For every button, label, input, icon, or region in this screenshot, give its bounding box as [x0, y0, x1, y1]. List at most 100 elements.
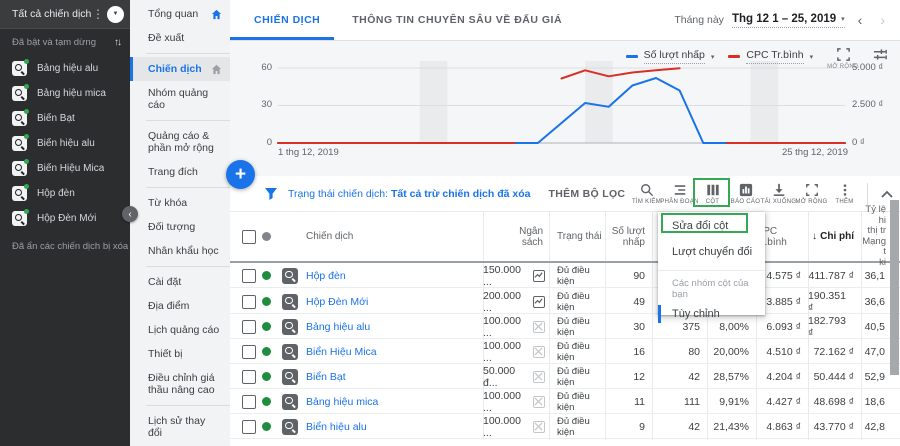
menu-item-overview[interactable]: Tổng quan	[130, 2, 230, 26]
hidden-deleted-campaigns-label[interactable]: Đã ẩn các chiến dịch bị xóa	[0, 231, 130, 262]
vertical-scrollbar-thumb[interactable]	[890, 200, 899, 375]
select-all-checkbox[interactable]	[242, 212, 256, 261]
table-row[interactable]: Biển Hiệu Mica 100.000 ... Đủ điều kiện …	[230, 339, 900, 364]
campaign-link[interactable]: Bảng hiệu alu	[306, 314, 370, 339]
legend-clicks[interactable]: Số lượt nhấp ▾	[626, 45, 715, 64]
budget-cell[interactable]: 100.000 ...	[483, 389, 545, 414]
campaign-list-item[interactable]: Biển Hiệu Mica	[0, 156, 130, 181]
header-budget[interactable]: Ngân sách	[483, 212, 543, 261]
row-checkbox[interactable]	[242, 389, 256, 414]
download-tool[interactable]: TẢI XUỐNG	[762, 183, 795, 205]
menu-item-locations[interactable]: Địa điểm	[130, 294, 230, 318]
partial-next-row	[230, 440, 900, 446]
row-status-dot	[262, 289, 271, 314]
date-range-controls: Tháng này Thg 12 1 – 25, 2019 ▾ ‹ ›	[674, 0, 900, 40]
date-next-button[interactable]: ›	[875, 12, 890, 28]
filter-funnel-icon[interactable]	[264, 187, 278, 201]
row-checkbox[interactable]	[242, 289, 256, 314]
collapse-panel-button[interactable]	[874, 190, 900, 198]
table-row[interactable]: Biển hiệu alu 100.000 ... Đủ điều kiện 9…	[230, 414, 900, 439]
campaign-list-item[interactable]: Biển Bạt	[0, 106, 130, 131]
menu-item-conversions[interactable]: Lượt chuyển đổi	[658, 236, 765, 264]
share-cell: 42,8	[861, 414, 885, 439]
menu-item-campaigns[interactable]: Chiến dịch	[130, 57, 230, 81]
sliders-icon	[873, 47, 888, 62]
table-row[interactable]: Bảng hiệu alu 100.000 ... Đủ điều kiện 3…	[230, 314, 900, 339]
header-status[interactable]: Trạng thái	[557, 212, 602, 261]
budget-cell[interactable]: 200.000 ...	[483, 289, 545, 314]
clicks-cell: 11	[605, 389, 645, 414]
campaign-list-item[interactable]: Hộp đèn	[0, 181, 130, 206]
expand-tool[interactable]: MỞ RỘNG	[795, 183, 828, 205]
campaign-link[interactable]: Hộp Đèn Mới	[306, 289, 368, 314]
collapse-header-button[interactable]: ▼	[107, 6, 124, 23]
enabled-dot-icon	[24, 109, 29, 114]
budget-cell[interactable]: 100.000 ...	[483, 339, 545, 364]
add-filter-button[interactable]: THÊM BỘ LỌC	[549, 188, 626, 200]
date-range-picker[interactable]: Thg 12 1 – 25, 2019 ▾	[732, 13, 845, 28]
campaign-link[interactable]: Hộp đèn	[306, 263, 346, 288]
menu-item-ad-groups[interactable]: Nhóm quảng cáo	[130, 81, 230, 117]
tab-auction-insights[interactable]: THÔNG TIN CHUYÊN SÂU VỀ ĐẤU GIÁ	[334, 0, 580, 40]
row-checkbox[interactable]	[242, 414, 256, 439]
menu-item-landing-pages[interactable]: Trang đích	[130, 160, 230, 184]
share-cell: 36,1	[861, 263, 885, 288]
budget-cell[interactable]: 100.000 ...	[483, 314, 545, 339]
menu-item-settings[interactable]: Cài đặt	[130, 270, 230, 294]
campaign-list-item[interactable]: Biển hiệu alu	[0, 131, 130, 156]
menu-item-ads-extensions[interactable]: Quảng cáo & phần mở rộng	[130, 124, 230, 160]
cpc-cell: 4.863 ₫	[756, 414, 801, 439]
campaign-link[interactable]: Bảng hiệu mica	[306, 389, 378, 414]
reports-tool[interactable]: BÁO CÁO	[729, 183, 762, 205]
campaign-list-item[interactable]: Bảng hiệu alu	[0, 56, 130, 81]
menu-item-recommendations[interactable]: Đề xuất	[130, 26, 230, 50]
segment-tool[interactable]: PHÂN ĐOẠN	[663, 183, 696, 205]
campaign-list-item[interactable]: Hộp Đèn Mới	[0, 206, 130, 231]
tab-campaigns[interactable]: CHIẾN DỊCH	[230, 0, 334, 40]
legend-cpc[interactable]: CPC Tr.bình ▾	[728, 45, 813, 64]
table-row[interactable]: Biển Bạt 50.000 đ... Đủ điều kiện 12 42 …	[230, 364, 900, 389]
table-row[interactable]: Hộp Đèn Mới 200.000 ... Đủ điều kiện 49 …	[230, 289, 900, 314]
row-checkbox[interactable]	[242, 364, 256, 389]
more-tool[interactable]: THÊM	[828, 183, 861, 205]
sort-icon[interactable]: ↑↓	[114, 37, 120, 48]
budget-status-icon	[533, 321, 545, 333]
row-checkbox[interactable]	[242, 263, 256, 288]
campaign-link[interactable]: Biển Hiệu Mica	[306, 339, 377, 364]
campaign-link[interactable]: Biển Bạt	[306, 364, 346, 389]
budget-cell[interactable]: 50.000 đ...	[483, 364, 545, 389]
table-row[interactable]: Bảng hiệu mica 100.000 ... Đủ điều kiện …	[230, 389, 900, 414]
tab-label: THÔNG TIN CHUYÊN SÂU VỀ ĐẤU GIÁ	[352, 14, 562, 26]
header-cost-sorted[interactable]: ↓ Chi phí	[808, 212, 854, 261]
menu-item-advanced-bid-adj[interactable]: Điều chỉnh giá thầu nâng cao	[130, 366, 230, 402]
budget-cell[interactable]: 100.000 ...	[483, 414, 545, 439]
menu-item-change-history[interactable]: Lịch sử thay đổi	[130, 409, 230, 445]
menu-item-audiences[interactable]: Đối tượng	[130, 215, 230, 239]
menu-item-custom[interactable]: Tùy chỉnh	[658, 302, 765, 326]
add-campaign-fab[interactable]: +	[226, 160, 255, 189]
search-campaign-icon	[12, 211, 27, 226]
menu-item-devices[interactable]: Thiết bị	[130, 342, 230, 366]
collapse-sidebar-button[interactable]: ‹	[122, 206, 138, 222]
header-campaign[interactable]: Chiến dịch	[306, 212, 353, 261]
adjust-chart-button[interactable]	[873, 45, 888, 62]
chart-expand-button[interactable]: MỞ RỘNG	[827, 45, 859, 70]
date-prev-button[interactable]: ‹	[853, 12, 868, 28]
row-checkbox[interactable]	[242, 339, 256, 364]
campaign-link[interactable]: Biển hiệu alu	[306, 414, 367, 439]
menu-item-keywords[interactable]: Từ khóa	[130, 191, 230, 215]
search-tool[interactable]: TÌM KIẾM	[630, 183, 663, 205]
row-checkbox[interactable]	[242, 314, 256, 339]
status-cell: Đủ điều kiện	[557, 314, 605, 339]
campaign-list-item[interactable]: Bảng hiệu mica	[0, 81, 130, 106]
menu-item-modify-columns[interactable]: Sửa đổi cột	[658, 212, 765, 236]
menu-item-ad-schedule[interactable]: Lịch quảng cáo	[130, 318, 230, 342]
kebab-menu-icon[interactable]: ⋮	[91, 7, 105, 21]
header-clicks[interactable]: Số lượt nhấp	[605, 212, 645, 261]
impressions-cell: 42	[652, 364, 700, 389]
table-row[interactable]: Hộp đèn 150.000 ... Đủ điều kiện 90 4.57…	[230, 263, 900, 288]
budget-cell[interactable]: 150.000 ...	[483, 263, 545, 288]
columns-tool[interactable]: CỘT	[696, 183, 729, 205]
menu-item-demographics[interactable]: Nhân khẩu học	[130, 239, 230, 263]
campaign-status-filter[interactable]: Trạng thái chiến dịch:Tất cả trừ chiến d…	[288, 188, 531, 200]
